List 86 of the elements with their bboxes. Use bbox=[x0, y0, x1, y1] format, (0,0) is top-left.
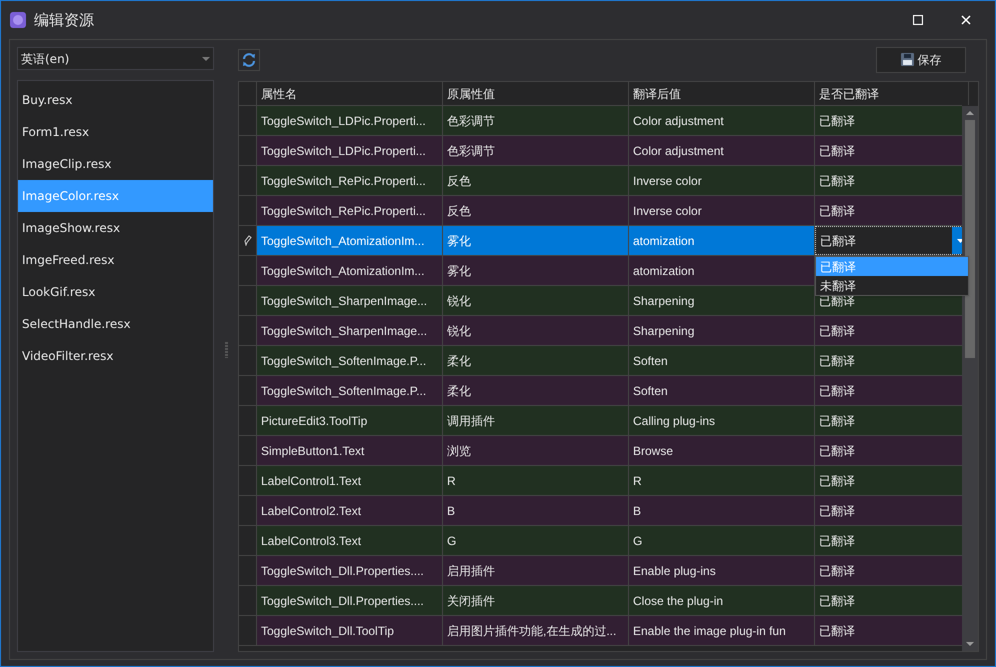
table-cell: 调用插件 bbox=[443, 406, 629, 435]
column-header[interactable]: 原属性值 bbox=[443, 82, 629, 105]
table-cell: 浏览 bbox=[443, 436, 629, 465]
table-cell: ToggleSwitch_LDPic.Properti... bbox=[257, 106, 443, 135]
table-cell: 已翻译 bbox=[815, 166, 962, 195]
table-cell: G bbox=[443, 526, 629, 555]
table-cell: Color adjustment bbox=[629, 136, 815, 165]
table-cell: 锐化 bbox=[443, 286, 629, 315]
table-cell: 已翻译 bbox=[815, 616, 962, 645]
table-cell: SimpleButton1.Text bbox=[257, 436, 443, 465]
file-list-item[interactable]: ImageShow.resx bbox=[18, 212, 213, 244]
column-header[interactable]: 翻译后值 bbox=[629, 82, 815, 105]
table-cell: ToggleSwitch_Dll.Properties.... bbox=[257, 556, 443, 585]
language-dropdown[interactable]: 英语(en) bbox=[17, 47, 214, 70]
table-cell: Inverse color bbox=[629, 196, 815, 225]
table-cell: Soften bbox=[629, 376, 815, 405]
table-cell: ToggleSwitch_AtomizationIm... bbox=[257, 256, 443, 285]
table-cell: ToggleSwitch_SharpenImage... bbox=[257, 316, 443, 345]
file-list-item[interactable]: ImgeFreed.resx bbox=[18, 244, 213, 276]
table-cell: 已翻译 bbox=[815, 496, 962, 525]
table-cell: 反色 bbox=[443, 166, 629, 195]
save-button[interactable]: 保存 bbox=[876, 46, 966, 72]
table-cell: 雾化 bbox=[443, 256, 629, 285]
file-list-item[interactable]: Buy.resx bbox=[18, 84, 213, 116]
table-cell: 已翻译 bbox=[815, 556, 962, 585]
table-cell: LabelControl3.Text bbox=[257, 526, 443, 555]
window-title: 编辑资源 bbox=[34, 10, 94, 31]
table-cell: 色彩调节 bbox=[443, 106, 629, 135]
table-cell: ToggleSwitch_AtomizationIm... bbox=[257, 226, 443, 255]
table-cell: 启用插件 bbox=[443, 556, 629, 585]
file-list-item[interactable]: ImageClip.resx bbox=[18, 148, 213, 180]
table-cell: Enable the image plug-in fun bbox=[629, 616, 815, 645]
table-cell: R bbox=[443, 466, 629, 495]
table-cell: 雾化 bbox=[443, 226, 629, 255]
table-cell: 已翻译 bbox=[815, 346, 962, 375]
table-cell: Sharpening bbox=[629, 316, 815, 345]
table-cell: LabelControl2.Text bbox=[257, 496, 443, 525]
table-cell: ToggleSwitch_SoftenImage.P... bbox=[257, 346, 443, 375]
table-cell: 已翻译 bbox=[815, 196, 962, 225]
table-cell: 锐化 bbox=[443, 316, 629, 345]
table-cell: 已翻译 bbox=[815, 466, 962, 495]
table-cell: Color adjustment bbox=[629, 106, 815, 135]
table-cell: B bbox=[443, 496, 629, 525]
table-cell: ToggleSwitch_LDPic.Properti... bbox=[257, 136, 443, 165]
table-cell: 已翻译 bbox=[815, 406, 962, 435]
status-editor[interactable]: 已翻译 bbox=[815, 226, 962, 255]
table-cell: ToggleSwitch_Dll.ToolTip bbox=[257, 616, 443, 645]
file-list-item[interactable]: SelectHandle.resx bbox=[18, 308, 213, 340]
table-cell: Enable plug-ins bbox=[629, 556, 815, 585]
table-cell: G bbox=[629, 526, 815, 555]
table-cell: 启用图片插件功能,在生成的过... bbox=[443, 616, 629, 645]
table-cell: atomization bbox=[629, 226, 815, 255]
table-cell: 已翻译 bbox=[815, 586, 962, 615]
table-cell: 已翻译 bbox=[815, 106, 962, 135]
file-list-item[interactable]: VideoFilter.resx bbox=[18, 340, 213, 372]
dropdown-option[interactable]: 未翻译 bbox=[816, 276, 968, 295]
table-cell: 柔化 bbox=[443, 346, 629, 375]
table-cell: ToggleSwitch_RePic.Properti... bbox=[257, 196, 443, 225]
table-cell: 柔化 bbox=[443, 376, 629, 405]
table-cell: 已翻译 bbox=[815, 316, 962, 345]
table-cell: ToggleSwitch_SharpenImage... bbox=[257, 286, 443, 315]
table-cell: 已翻译 bbox=[815, 526, 962, 555]
table-cell: atomization bbox=[629, 256, 815, 285]
table-cell: 已翻译 bbox=[815, 436, 962, 465]
table-cell: ToggleSwitch_SoftenImage.P... bbox=[257, 376, 443, 405]
table-cell: 反色 bbox=[443, 196, 629, 225]
table-cell: Soften bbox=[629, 346, 815, 375]
table-cell: 色彩调节 bbox=[443, 136, 629, 165]
table-cell: Close the plug-in bbox=[629, 586, 815, 615]
file-list-item[interactable]: Form1.resx bbox=[18, 116, 213, 148]
table-cell: ToggleSwitch_RePic.Properti... bbox=[257, 166, 443, 195]
table-cell: 已翻译 bbox=[815, 136, 962, 165]
table-cell: PictureEdit3.ToolTip bbox=[257, 406, 443, 435]
table-cell: 关闭插件 bbox=[443, 586, 629, 615]
table-cell: LabelControl1.Text bbox=[257, 466, 443, 495]
table-cell: Browse bbox=[629, 436, 815, 465]
table-cell: R bbox=[629, 466, 815, 495]
table-cell: B bbox=[629, 496, 815, 525]
column-header[interactable]: 属性名 bbox=[257, 82, 443, 105]
column-header[interactable]: 是否已翻译 bbox=[815, 82, 969, 105]
table-cell: 已翻译 bbox=[815, 376, 962, 405]
file-list-item[interactable]: LookGif.resx bbox=[18, 276, 213, 308]
table-cell: Inverse color bbox=[629, 166, 815, 195]
table-cell: Calling plug-ins bbox=[629, 406, 815, 435]
table-cell: Sharpening bbox=[629, 286, 815, 315]
table-cell: ToggleSwitch_Dll.Properties.... bbox=[257, 586, 443, 615]
